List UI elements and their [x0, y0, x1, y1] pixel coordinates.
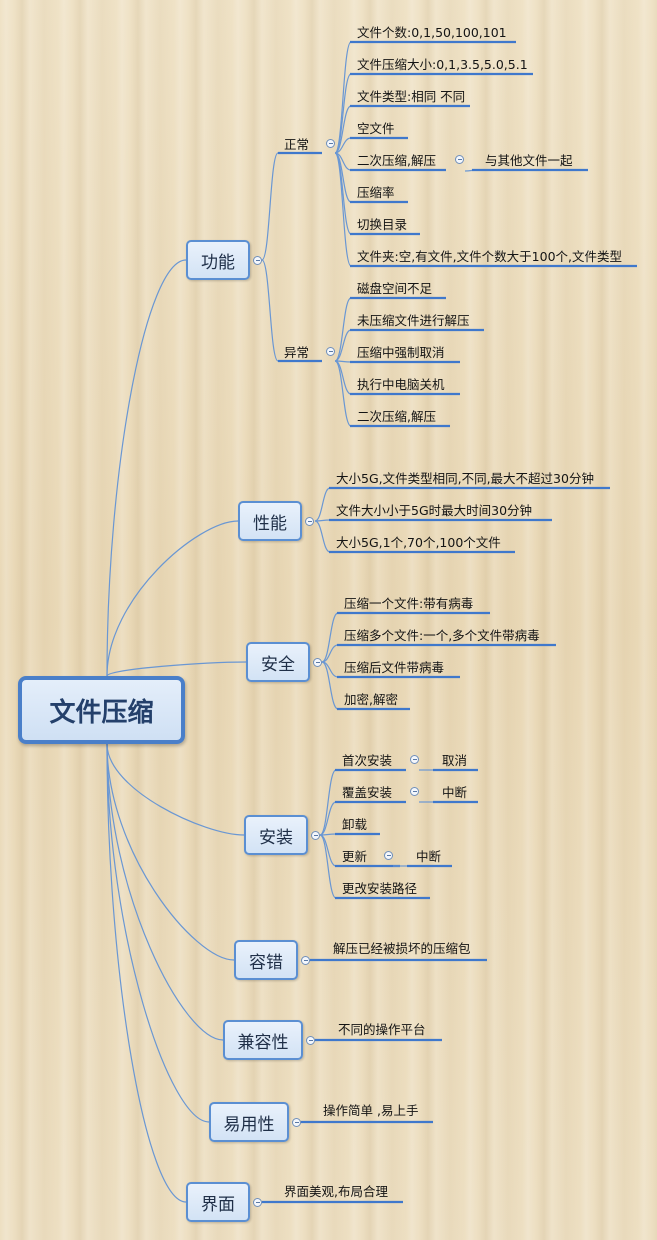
branch-anzhuang[interactable]: 安装: [244, 815, 308, 855]
collapse-toggle-icon[interactable]: [384, 851, 393, 860]
connector-line: [314, 487, 331, 522]
collapse-toggle-icon[interactable]: [253, 1198, 262, 1207]
connector-line: [319, 834, 337, 867]
collapse-toggle-icon[interactable]: [301, 956, 310, 965]
collapse-toggle-icon[interactable]: [455, 155, 464, 164]
xingneng-item[interactable]: 大小5G,1个,70个,100个文件: [336, 531, 501, 551]
root-connector: [106, 743, 224, 1041]
root-connector: [106, 520, 239, 677]
rongcuo-item[interactable]: 解压已经被损坏的压缩包: [333, 937, 471, 957]
anzhuang-item[interactable]: 更新: [342, 845, 367, 865]
anzhuang-child-update[interactable]: 中断: [416, 845, 441, 865]
zhengchang-item[interactable]: 压缩率: [357, 181, 395, 201]
anquan-item[interactable]: 加密,解密: [344, 688, 398, 708]
collapse-toggle-icon[interactable]: [311, 831, 320, 840]
branch-anquan[interactable]: 安全: [246, 642, 310, 682]
branch-gongneng[interactable]: 功能: [186, 240, 250, 280]
yiyongxing-item[interactable]: 操作简单 ,易上手: [323, 1099, 418, 1119]
anquan-item[interactable]: 压缩一个文件:带有病毒: [344, 592, 473, 612]
root-connector: [106, 259, 187, 677]
connector-line: [334, 329, 352, 362]
mindmap-connectors: [106, 40, 637, 1204]
collapse-toggle-icon[interactable]: [326, 139, 335, 148]
zhengchang-item[interactable]: 文件压缩大小:0,1,3.5,5.0,5.1: [357, 53, 528, 73]
connector-line: [261, 259, 279, 362]
root-connector: [106, 743, 245, 836]
collapse-toggle-icon[interactable]: [313, 658, 322, 667]
zhengchang-item[interactable]: 文件类型:相同 不同: [357, 85, 465, 105]
anzhuang-item[interactable]: 覆盖安装: [342, 781, 392, 801]
zhengchang-item[interactable]: 空文件: [357, 117, 395, 137]
collapse-toggle-icon[interactable]: [410, 755, 419, 764]
collapse-toggle-icon[interactable]: [306, 1036, 315, 1045]
anquan-item[interactable]: 压缩多个文件:一个,多个文件带病毒: [344, 624, 540, 644]
zhengchang-item[interactable]: 文件夹:空,有文件,文件个数大于100个,文件类型: [357, 245, 622, 265]
yichang-item[interactable]: 未压缩文件进行解压: [357, 309, 470, 329]
subbranch-zhengchang[interactable]: 正常: [284, 133, 309, 153]
branch-jiemian[interactable]: 界面: [186, 1182, 250, 1222]
jianrongxing-item[interactable]: 不同的操作平台: [338, 1018, 426, 1038]
jiemian-item[interactable]: 界面美观,布局合理: [284, 1180, 388, 1200]
collapse-toggle-icon[interactable]: [305, 517, 314, 526]
root-node[interactable]: 文件压缩: [18, 676, 185, 744]
anquan-item[interactable]: 压缩后文件带病毒: [344, 656, 444, 676]
root-connector: [106, 661, 247, 677]
xingneng-item[interactable]: 文件大小小于5G时最大时间30分钟: [336, 499, 532, 519]
anzhuang-item[interactable]: 卸载: [342, 813, 367, 833]
branch-jianrongxing[interactable]: 兼容性: [223, 1020, 303, 1060]
root-connector: [106, 743, 187, 1203]
collapse-toggle-icon[interactable]: [292, 1118, 301, 1127]
anzhuang-child-overwrite[interactable]: 中断: [442, 781, 467, 801]
collapse-toggle-icon[interactable]: [410, 787, 419, 796]
connector-line: [334, 152, 352, 235]
branch-yiyongxing[interactable]: 易用性: [209, 1102, 289, 1142]
connector-line: [334, 73, 352, 154]
connector-line: [334, 41, 352, 154]
connector-line: [261, 152, 279, 261]
yichang-item[interactable]: 二次压缩,解压: [357, 405, 436, 425]
yichang-item[interactable]: 磁盘空间不足: [357, 277, 432, 297]
connector-line: [319, 834, 337, 899]
branch-xingneng[interactable]: 性能: [238, 501, 302, 541]
anzhuang-item[interactable]: 更改安装路径: [342, 877, 417, 897]
connector-line: [314, 520, 331, 553]
subbranch-yichang[interactable]: 异常: [284, 341, 309, 361]
zhengchang-item[interactable]: 文件个数:0,1,50,100,101: [357, 21, 507, 41]
xingneng-item[interactable]: 大小5G,文件类型相同,不同,最大不超过30分钟: [336, 467, 594, 487]
zhengchang-item[interactable]: 切换目录: [357, 213, 407, 233]
second-compress-child[interactable]: 与其他文件一起: [485, 149, 573, 169]
yichang-item[interactable]: 压缩中强制取消: [357, 341, 445, 361]
connector-line: [334, 297, 352, 362]
zhengchang-item[interactable]: 二次压缩,解压: [357, 149, 436, 169]
collapse-toggle-icon[interactable]: [253, 256, 262, 265]
root-connector: [106, 743, 210, 1123]
yichang-item[interactable]: 执行中电脑关机: [357, 373, 445, 393]
anzhuang-item[interactable]: 首次安装: [342, 749, 392, 769]
collapse-toggle-icon[interactable]: [326, 347, 335, 356]
anzhuang-child-first[interactable]: 取消: [442, 749, 467, 769]
branch-rongcuo[interactable]: 容错: [234, 940, 298, 980]
root-connector: [106, 743, 235, 961]
